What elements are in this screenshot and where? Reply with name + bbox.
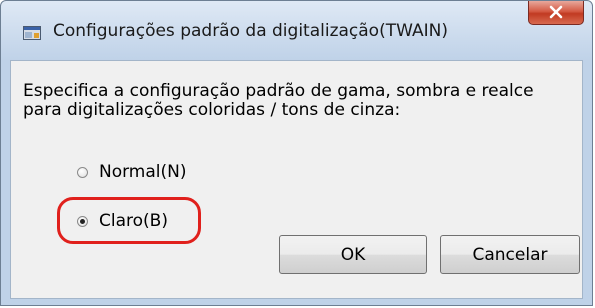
- close-icon: [549, 5, 563, 19]
- description-text: Especifica a configuração padrão de gama…: [23, 81, 534, 120]
- dialog-window: Configurações padrão da digitalização(TW…: [0, 0, 593, 306]
- radio-normal[interactable]: Normal(N): [77, 162, 187, 182]
- scanner-app-icon: [23, 25, 41, 40]
- title-bar[interactable]: Configurações padrão da digitalização(TW…: [1, 1, 592, 61]
- window-title: Configurações padrão da digitalização(TW…: [53, 21, 448, 41]
- highlight-annotation: [57, 197, 201, 244]
- dialog-body: Especifica a configuração padrão de gama…: [10, 60, 583, 299]
- radio-normal-label[interactable]: Normal(N): [99, 162, 187, 182]
- close-button[interactable]: [528, 1, 584, 25]
- cancel-button[interactable]: Cancelar: [440, 235, 580, 274]
- ok-button[interactable]: OK: [279, 235, 427, 274]
- radio-normal-circle[interactable]: [77, 166, 88, 178]
